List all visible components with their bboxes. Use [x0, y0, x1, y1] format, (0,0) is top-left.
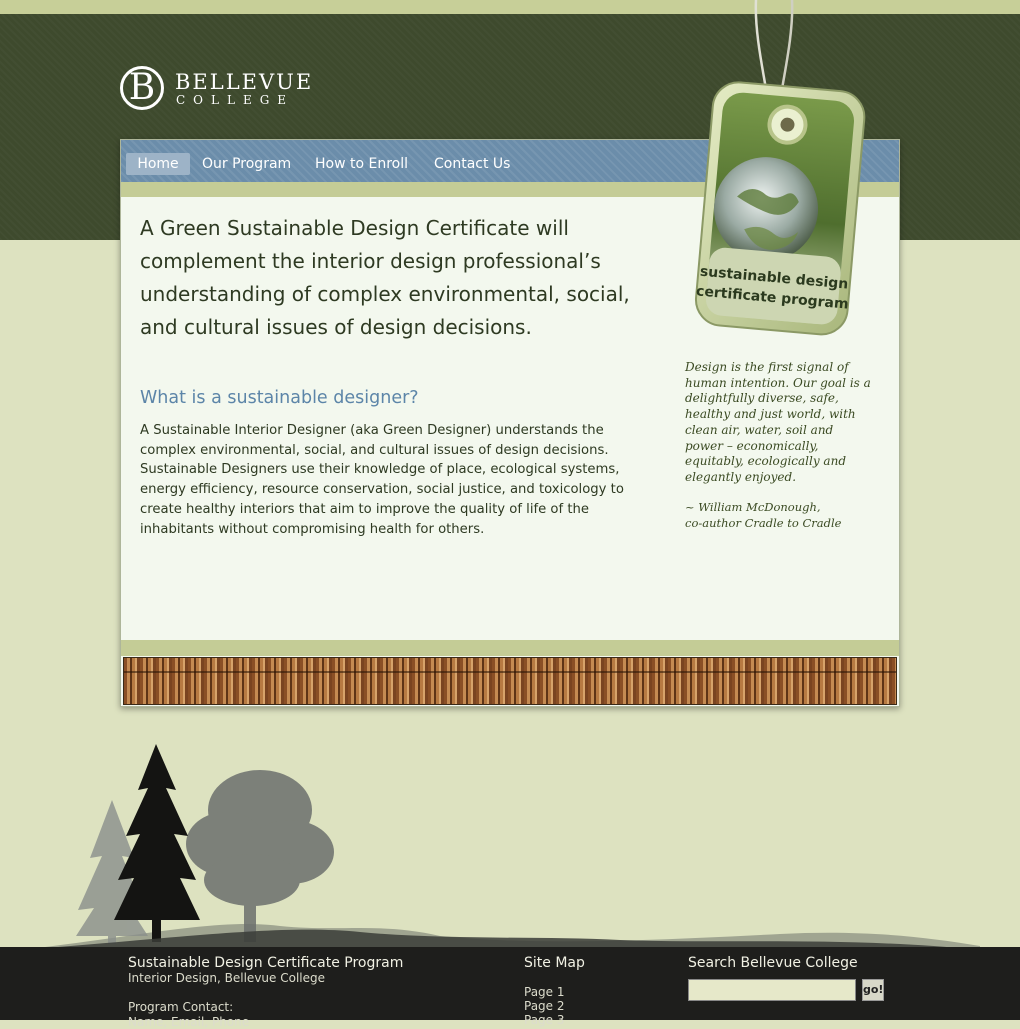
footer-sitemap-title: Site Map [524, 955, 585, 971]
footer-contact-line: Name, Email, Phone [128, 1015, 250, 1029]
footer-program-title: Sustainable Design Certificate Program [128, 955, 404, 971]
section-body: A Sustainable Interior Designer (aka Gre… [140, 423, 624, 537]
bellevue-college-logo[interactable]: B BELLEVUE COLLEGE [120, 66, 340, 116]
footer: Sustainable Design Certificate Program I… [0, 947, 1020, 1029]
lead-statement: A Green Sustainable Design Certificate w… [140, 216, 630, 339]
footer-search-title: Search Bellevue College [688, 955, 858, 971]
logo-mark: B [120, 66, 164, 110]
footer-contact-label: Program Contact: [128, 1000, 234, 1014]
trees-illustration [20, 740, 980, 950]
nav-home[interactable]: Home [126, 153, 190, 175]
section-heading: What is a sustainable designer? [140, 388, 419, 408]
logo-name-line2: COLLEGE [176, 93, 295, 107]
quote-author-role: co-author Cradle to Cradle [685, 515, 842, 530]
search-input[interactable] [688, 979, 856, 1001]
quote-text: Design is the first signal of human inte… [685, 360, 871, 484]
nav-how-to-enroll[interactable]: How to Enroll [315, 153, 408, 175]
quote-attribution: ~ William McDonough, co-author Cradle to… [685, 500, 873, 531]
quote-author: ~ William McDonough, [685, 500, 821, 514]
sitemap-link-page-1[interactable]: Page 1 [524, 985, 565, 999]
search-go-button[interactable]: go! [862, 979, 884, 1001]
sitemap-link-page-3[interactable]: Page 3 [524, 1013, 565, 1027]
card-bottom-strip [121, 640, 899, 656]
logo-name-line1: BELLEVUE [175, 70, 314, 94]
nav-our-program[interactable]: Our Program [202, 153, 291, 175]
bamboo-banner [123, 657, 897, 705]
certificate-tag: sustainable design certificate program [676, 0, 876, 340]
footer-program-sub: Interior Design, Bellevue College [128, 971, 325, 985]
nav-contact-us[interactable]: Contact Us [434, 153, 510, 175]
sitemap-link-page-2[interactable]: Page 2 [524, 999, 565, 1013]
